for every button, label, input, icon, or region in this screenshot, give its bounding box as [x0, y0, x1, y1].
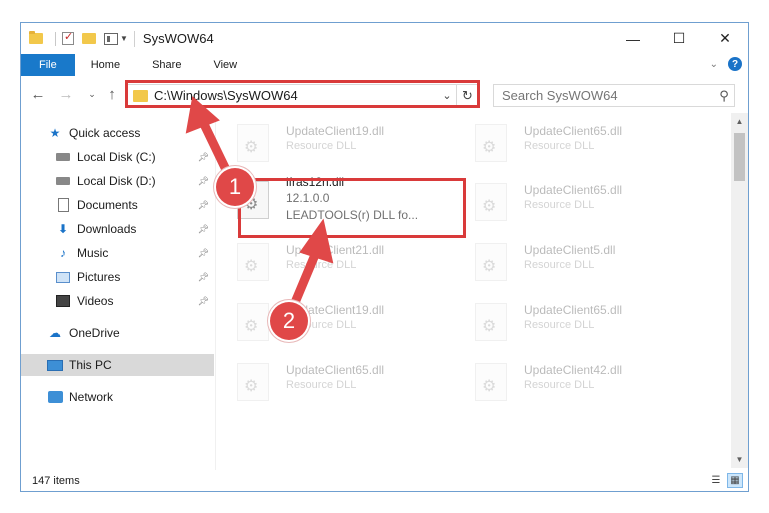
tab-file[interactable]: File: [21, 54, 75, 76]
search-box[interactable]: ⚲: [493, 84, 735, 107]
tab-view[interactable]: View: [197, 54, 253, 76]
file-item[interactable]: ⚙ UpdateClient19.dll Resource DLL: [217, 297, 442, 347]
scrollbar-thumb[interactable]: [734, 133, 745, 181]
minimize-button[interactable]: —: [610, 23, 656, 54]
gear-icon: ⚙: [482, 198, 497, 215]
videos-icon: [56, 295, 70, 307]
scroll-up-icon[interactable]: ▲: [731, 113, 748, 130]
file-list: ⚙ UpdateClient19.dll Resource DLL ⚙ lfra…: [217, 113, 731, 465]
properties-icon[interactable]: [62, 30, 74, 45]
pictures-icon: [56, 271, 70, 283]
file-item[interactable]: ⚙ UpdateClient42.dll Resource DLL: [455, 357, 680, 407]
nav-item-quick-access[interactable]: ★ Quick access: [21, 122, 214, 144]
nav-item-documents[interactable]: Documents 📌︎: [21, 194, 214, 216]
close-button[interactable]: ✕: [702, 23, 748, 54]
dll-file-icon: ⚙: [237, 243, 269, 281]
nav-item-pictures[interactable]: Pictures 📌︎: [21, 266, 214, 288]
gear-icon: ⚙: [482, 139, 497, 156]
dll-file-icon: ⚙: [475, 303, 507, 341]
back-arrow-icon[interactable]: ←: [29, 84, 47, 104]
nav-item-local-disk-d[interactable]: Local Disk (D:) 📌︎: [21, 170, 214, 192]
gear-icon: ⚙: [244, 378, 259, 395]
dll-file-icon: ⚙: [475, 183, 507, 221]
customize-toolbar-icon[interactable]: [104, 32, 118, 45]
dll-file-icon: ⚙: [475, 363, 507, 401]
gear-icon: ⚙: [482, 378, 497, 395]
step-1-badge: 1: [216, 168, 254, 206]
search-input[interactable]: [494, 88, 714, 103]
nav-item-this-pc[interactable]: This PC: [21, 354, 214, 376]
drive-icon: [56, 177, 70, 185]
drive-icon: [56, 153, 70, 161]
gear-icon: ⚙: [244, 139, 259, 156]
vertical-scrollbar[interactable]: ▲ ▼: [731, 113, 748, 468]
pin-icon: 📌︎: [197, 223, 209, 234]
dll-file-icon: ⚙: [475, 243, 507, 281]
expand-ribbon-icon[interactable]: ⌄: [710, 59, 718, 70]
network-icon: [47, 391, 63, 403]
gear-icon: ⚙: [244, 318, 259, 335]
dll-file-icon: ⚙: [237, 124, 269, 162]
file-item[interactable]: ⚙ UpdateClient65.dll Resource DLL: [455, 177, 680, 227]
nav-item-network[interactable]: Network: [21, 386, 214, 408]
onedrive-icon: ☁: [49, 326, 61, 340]
dll-file-icon: ⚙: [237, 303, 269, 341]
search-icon[interactable]: ⚲: [714, 88, 734, 104]
nav-item-downloads[interactable]: ⬇ Downloads 📌︎: [21, 218, 214, 240]
file-highlight: [238, 178, 466, 238]
file-item[interactable]: ⚙ UpdateClient65.dll Resource DLL: [217, 357, 442, 407]
gear-icon: ⚙: [482, 258, 497, 275]
pin-icon: 📌︎: [197, 151, 209, 162]
address-bar-highlight: [125, 80, 480, 108]
nav-item-videos[interactable]: Videos 📌︎: [21, 290, 214, 312]
file-item[interactable]: ⚙ UpdateClient21.dll Resource DLL: [217, 237, 442, 287]
tab-share[interactable]: Share: [136, 54, 197, 76]
maximize-button[interactable]: ☐: [656, 23, 702, 54]
gear-icon: ⚙: [244, 258, 259, 275]
navigation-pane: ★ Quick access Local Disk (C:) 📌︎ Local …: [21, 118, 214, 468]
file-item[interactable]: ⚙ UpdateClient65.dll Resource DLL: [455, 118, 680, 168]
file-item[interactable]: ⚙ UpdateClient65.dll Resource DLL: [455, 297, 680, 347]
music-icon: ♪: [60, 246, 66, 260]
window-title: SysWOW64: [142, 31, 214, 46]
details-view-icon[interactable]: ☰: [708, 473, 724, 488]
pin-icon: 📌︎: [197, 175, 209, 186]
window-controls: — ☐ ✕: [610, 23, 748, 54]
pin-icon: 📌︎: [197, 199, 209, 210]
status-bar: 147 items ☰ ▦: [21, 471, 748, 491]
documents-icon: [57, 198, 69, 212]
file-item[interactable]: ⚙ UpdateClient5.dll Resource DLL: [455, 237, 680, 287]
tab-home[interactable]: Home: [75, 54, 136, 76]
chevron-down-icon[interactable]: ▼: [120, 34, 128, 43]
folder-icon: [29, 31, 43, 44]
new-folder-icon[interactable]: [82, 33, 96, 44]
title-bar: ▼ SysWOW64 — ☐ ✕: [21, 23, 748, 54]
help-icon[interactable]: ?: [728, 57, 742, 71]
dll-file-icon: ⚙: [237, 363, 269, 401]
pin-icon: 📌︎: [197, 295, 209, 306]
star-icon: ★: [49, 126, 61, 140]
pin-icon: 📌︎: [197, 271, 209, 282]
recent-locations-icon[interactable]: ⌄: [83, 84, 101, 104]
quick-access-toolbar: ▼: [29, 23, 132, 54]
dll-file-icon: ⚙: [475, 124, 507, 162]
pin-icon: 📌︎: [197, 247, 209, 258]
file-item[interactable]: ⚙ UpdateClient19.dll Resource DLL: [217, 118, 442, 168]
nav-item-onedrive[interactable]: ☁ OneDrive: [21, 322, 214, 344]
large-icons-view-icon[interactable]: ▦: [727, 473, 743, 488]
scroll-down-icon[interactable]: ▼: [731, 451, 748, 468]
nav-item-local-disk-c[interactable]: Local Disk (C:) 📌︎: [21, 146, 214, 168]
step-2-badge: 2: [270, 302, 308, 340]
up-arrow-icon[interactable]: ↑: [103, 84, 121, 104]
downloads-icon: ⬇: [57, 222, 69, 236]
forward-arrow-icon[interactable]: →: [57, 84, 75, 104]
ribbon-tabs: File Home Share View ⌄ ?: [21, 54, 748, 76]
nav-item-music[interactable]: ♪ Music 📌︎: [21, 242, 214, 264]
item-count: 147 items: [32, 475, 80, 487]
computer-icon: [47, 359, 63, 371]
gear-icon: ⚙: [482, 318, 497, 335]
